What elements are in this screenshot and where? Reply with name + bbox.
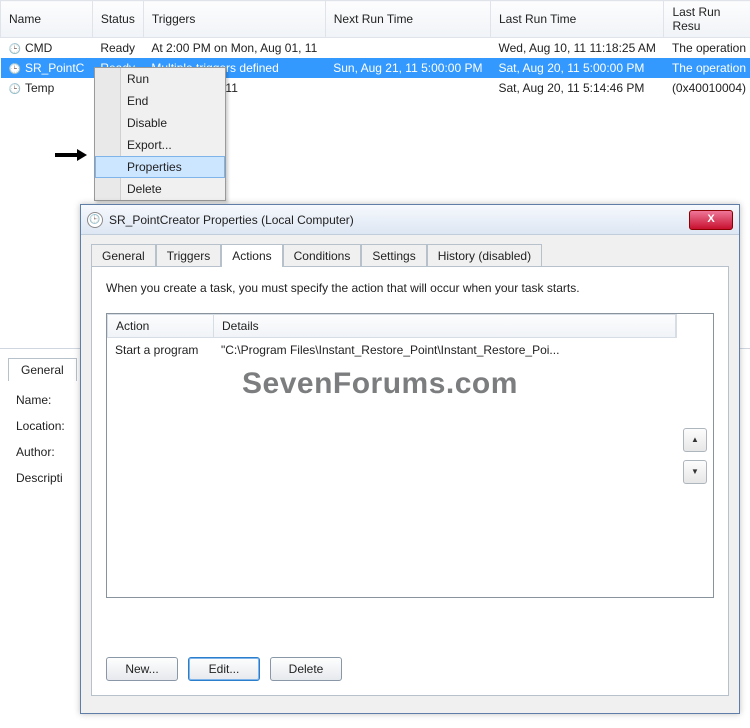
- context-menu-item[interactable]: Delete: [95, 178, 225, 200]
- field-location-label: Location:: [8, 413, 73, 439]
- panel-fields: Name: Location: Author: Descripti: [8, 387, 73, 491]
- new-button[interactable]: New...: [106, 657, 178, 681]
- actions-list-header: Action Details: [107, 314, 677, 338]
- action-cell: Start a program: [107, 338, 213, 362]
- cell-triggers: At 2:00 PM on Mon, Aug 01, 11: [143, 38, 325, 59]
- clock-icon: 🕒: [87, 212, 103, 228]
- col-next[interactable]: Next Run Time: [325, 1, 490, 38]
- field-description-label: Descripti: [8, 465, 73, 491]
- dialog-titlebar[interactable]: 🕒 SR_PointCreator Properties (Local Comp…: [81, 205, 739, 235]
- cell-result: The operation: [664, 38, 750, 59]
- move-down-button[interactable]: ▼: [683, 460, 707, 484]
- panel-tab-general[interactable]: General: [8, 358, 77, 381]
- dialog-tab[interactable]: History (disabled): [427, 244, 542, 267]
- cell-last: Sat, Aug 20, 11 5:14:46 PM: [490, 78, 663, 98]
- col-action[interactable]: Action: [108, 315, 214, 337]
- context-menu-item[interactable]: Run: [95, 68, 225, 90]
- cell-next: Sun, Aug 21, 11 5:00:00 PM: [325, 58, 490, 78]
- annotation-arrow: [55, 149, 87, 161]
- col-details[interactable]: Details: [214, 315, 676, 337]
- dialog-tab[interactable]: Settings: [361, 244, 426, 267]
- dialog-tab[interactable]: Triggers: [156, 244, 222, 267]
- context-menu-item[interactable]: End: [95, 90, 225, 112]
- context-menu-item[interactable]: Properties: [95, 156, 225, 178]
- cell-next: [325, 78, 490, 98]
- col-last[interactable]: Last Run Time: [490, 1, 663, 38]
- col-status[interactable]: Status: [92, 1, 143, 38]
- actions-list-item[interactable]: Start a program "C:\Program Files\Instan…: [107, 338, 677, 362]
- close-button[interactable]: X: [689, 210, 733, 230]
- cell-result: (0x40010004): [664, 78, 750, 98]
- col-triggers[interactable]: Triggers: [143, 1, 325, 38]
- cell-name: Temp: [1, 78, 93, 98]
- reorder-buttons: ▲ ▼: [677, 314, 713, 597]
- delete-button[interactable]: Delete: [270, 657, 342, 681]
- dialog-tab[interactable]: General: [91, 244, 156, 267]
- edit-button[interactable]: Edit...: [188, 657, 260, 681]
- watermark: SevenForums.com: [242, 367, 518, 401]
- dialog-tab[interactable]: Conditions: [283, 244, 362, 267]
- context-menu: RunEndDisableExport...PropertiesDelete: [94, 67, 226, 201]
- panel-tabs[interactable]: General: [8, 358, 77, 381]
- cell-name: SR_PointC: [1, 58, 93, 78]
- dialog-tab[interactable]: Actions: [221, 244, 282, 267]
- dialog-tabs: GeneralTriggersActionsConditionsSettings…: [81, 235, 739, 266]
- table-header: Name Status Triggers Next Run Time Last …: [1, 1, 750, 38]
- col-result[interactable]: Last Run Resu: [664, 1, 750, 38]
- cell-last: Wed, Aug 10, 11 11:18:25 AM: [490, 38, 663, 59]
- dialog-title: SR_PointCreator Properties (Local Comput…: [109, 213, 354, 227]
- actions-list[interactable]: Action Details Start a program "C:\Progr…: [106, 313, 714, 598]
- cell-last: Sat, Aug 20, 11 5:00:00 PM: [490, 58, 663, 78]
- field-author-label: Author:: [8, 439, 73, 465]
- context-menu-item[interactable]: Export...: [95, 134, 225, 156]
- cell-result: The operation: [664, 58, 750, 78]
- cell-next: [325, 38, 490, 59]
- cell-status: Ready: [92, 38, 143, 59]
- table-row[interactable]: CMDReadyAt 2:00 PM on Mon, Aug 01, 11 Wed…: [1, 38, 750, 59]
- dialog-button-row: New... Edit... Delete: [106, 657, 342, 681]
- col-name[interactable]: Name: [1, 1, 93, 38]
- move-up-button[interactable]: ▲: [683, 428, 707, 452]
- dialog-body: When you create a task, you must specify…: [91, 266, 729, 696]
- field-name-label: Name:: [8, 387, 73, 413]
- properties-dialog: 🕒 SR_PointCreator Properties (Local Comp…: [80, 204, 740, 714]
- cell-name: CMD: [1, 38, 93, 59]
- actions-description: When you create a task, you must specify…: [106, 281, 714, 295]
- details-cell: "C:\Program Files\Instant_Restore_Point\…: [213, 338, 677, 362]
- context-menu-item[interactable]: Disable: [95, 112, 225, 134]
